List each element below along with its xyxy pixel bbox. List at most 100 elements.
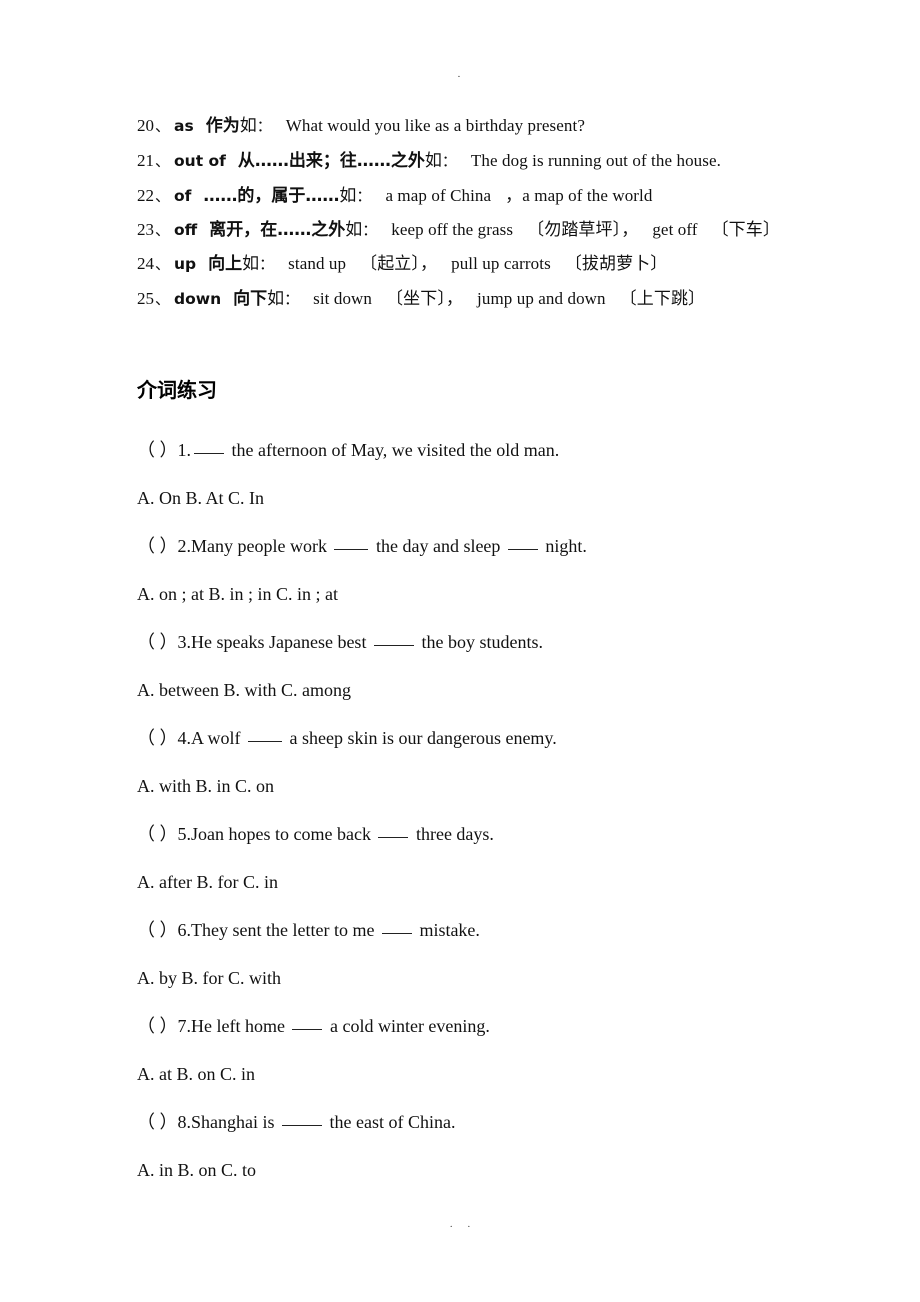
definition-row: 22、 of ……的，属于……如： a map of China ，a map of t… [137, 178, 837, 213]
quiz-item: （ ）1. the afternoon of May, we visited t… [137, 426, 837, 522]
definition-row: 21、 out of 从……出来；往……之外如： The dog is running… [137, 143, 837, 178]
question-stem: （ ）7.He left home a cold winter evening. [137, 1002, 837, 1050]
question-number: 7. [177, 1016, 192, 1036]
definition-example-secondary: jump up and down [477, 289, 606, 308]
definition-colon: ： [259, 255, 275, 273]
question-text-pre: A wolf [191, 728, 245, 748]
answer-blank [334, 536, 369, 550]
question-text-pre: Joan hopes to come back [191, 824, 376, 844]
definition-example: keep off the grass [391, 220, 514, 239]
answer-bracket: （ ） [137, 536, 178, 556]
answer-bracket: （ ） [137, 1016, 178, 1036]
definition-meaning-cn: 向下 [233, 289, 268, 309]
definition-meaning-cn: 离开，在……之外 [209, 220, 346, 240]
quiz-item: （ ）5.Joan hopes to come back three days.… [137, 810, 837, 906]
definition-number: 22 [137, 186, 154, 205]
question-text-pre: Many people work [191, 536, 332, 556]
question-text-mid: the afternoon of May, we visited the old… [227, 440, 560, 460]
definition-note-cn: 〔坐下〕， [386, 289, 464, 308]
question-text-pre: They sent the letter to me [191, 920, 379, 940]
answer-blank-secondary [507, 536, 538, 550]
question-number: 3. [177, 632, 192, 652]
answer-blank [292, 1016, 323, 1030]
definition-colon: ： [356, 187, 372, 205]
definition-separator: 、 [155, 290, 171, 308]
definition-number: 25 [137, 289, 154, 308]
question-text-mid: a sheep skin is our dangerous enemy. [285, 728, 557, 748]
definition-meaning-cn: 向上 [208, 254, 243, 274]
question-stem: （ ）6.They sent the letter to me mistake. [137, 906, 837, 954]
definition-separator: 、 [155, 221, 171, 239]
answer-blank [194, 440, 224, 454]
question-number: 5. [177, 824, 192, 844]
preposition-definition-list: 20、 as 作为如： What would you like as a birthd… [137, 108, 837, 316]
quiz-item: （ ）2.Many people work the day and sleep … [137, 522, 837, 618]
definition-ru-label: 如 [242, 254, 260, 274]
definition-example-secondary: get off [652, 220, 698, 239]
quiz-list: （ ）1. the afternoon of May, we visited t… [137, 426, 837, 1194]
definition-colon: ： [362, 221, 378, 239]
question-stem: （ ）4.A wolf a sheep skin is our dangerou… [137, 714, 837, 762]
question-text-mid: the east of China. [325, 1112, 456, 1132]
document-page: · 20、 as 作为如： What would you like as a birt… [0, 0, 920, 1302]
definition-number: 23 [137, 220, 154, 239]
question-options: A. after B. for C. in [137, 872, 278, 892]
quiz-item: （ ）6.They sent the letter to me mistake.… [137, 906, 837, 1002]
definition-note-cn-secondary: 〔拔胡萝卜〕 [564, 254, 668, 273]
definition-ru-label: 如 [345, 220, 363, 240]
definition-ru-label: 如 [339, 186, 357, 206]
section-heading-prepositions-practice: 介词练习 [137, 378, 217, 402]
definition-example: stand up [288, 254, 347, 273]
definition-meaning-cn: 从……出来；往……之外 [237, 151, 425, 171]
question-text-mid: the boy students. [416, 632, 543, 652]
answer-bracket: （ ） [137, 440, 178, 460]
definition-separator: 、 [155, 117, 171, 135]
definition-meaning-cn: 作为 [205, 116, 240, 136]
answer-blank [378, 824, 409, 838]
definition-row: 20、 as 作为如： What would you like as a birthd… [137, 108, 837, 143]
preposition-word: as [174, 117, 194, 135]
definition-note-cn-secondary: 〔上下跳〕 [619, 289, 706, 308]
question-number: 6. [177, 920, 192, 940]
answer-bracket: （ ） [137, 1112, 178, 1132]
definition-row: 23、 off 离开，在……之外如： keep off the grass 〔勿踏草坪〕… [137, 213, 837, 246]
definition-colon: ： [284, 290, 300, 308]
question-text-mid: a cold winter evening. [325, 1016, 490, 1036]
preposition-word: up [174, 255, 197, 273]
question-options: A. on ; at B. in ; in C. in ; at [137, 584, 338, 604]
definition-ru-label: 如 [239, 116, 257, 136]
question-text-post: night. [540, 536, 587, 556]
definition-separator: 、 [155, 187, 171, 205]
question-number: 1. [177, 440, 192, 460]
answer-bracket: （ ） [137, 920, 178, 940]
question-options: A. between B. with C. among [137, 680, 351, 700]
definition-note-cn: 〔起立〕， [360, 254, 438, 273]
quiz-item: （ ）8.Shanghai is the east of China. A. i… [137, 1098, 837, 1194]
page-header-mark: · [457, 71, 463, 83]
definition-example-secondary: pull up carrots [451, 254, 551, 273]
question-number: 8. [177, 1112, 192, 1132]
question-text-mid: three days. [411, 824, 494, 844]
definition-separator: 、 [155, 152, 171, 170]
definition-colon: ： [256, 117, 272, 135]
preposition-word: off [174, 221, 198, 239]
preposition-word: of [174, 187, 192, 205]
preposition-word: down [174, 290, 222, 308]
question-options: A. by B. for C. with [137, 968, 281, 988]
definition-ru-label: 如 [267, 289, 285, 309]
quiz-item: （ ）4.A wolf a sheep skin is our dangerou… [137, 714, 837, 810]
answer-blank [282, 1112, 322, 1126]
quiz-item: （ ）3.He speaks Japanese best the boy stu… [137, 618, 837, 714]
page-footer-mark: ·· [449, 1221, 485, 1233]
definition-number: 21 [137, 151, 154, 170]
question-text-pre: He left home [191, 1016, 290, 1036]
definition-colon: ： [441, 152, 457, 170]
question-text-mid: mistake. [414, 920, 480, 940]
quiz-item: （ ）7.He left home a cold winter evening.… [137, 1002, 837, 1098]
answer-blank [381, 920, 412, 934]
definition-ru-label: 如 [424, 151, 442, 171]
preposition-word: out of [174, 152, 226, 170]
definition-example: The dog is running out of the house. [470, 151, 721, 170]
question-number: 2. [177, 536, 192, 556]
question-options: A. at B. on C. in [137, 1064, 256, 1084]
